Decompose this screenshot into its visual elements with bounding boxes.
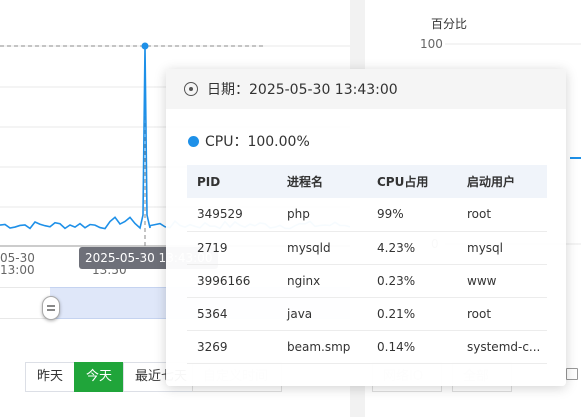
- y-tick-label: 100: [420, 37, 443, 51]
- cell-pid: 2719: [187, 231, 277, 265]
- fullscreen-icon[interactable]: [566, 368, 578, 380]
- cell-user: www: [457, 264, 547, 298]
- table-row: 2719 mysqld 4.23% mysql: [187, 231, 547, 265]
- clock-icon: [184, 82, 198, 96]
- cell-pid: 3996166: [187, 264, 277, 298]
- cell-user: systemd-c...: [457, 330, 547, 364]
- cell-user: root: [457, 198, 547, 232]
- yesterday-button[interactable]: 昨天: [25, 362, 76, 392]
- tooltip-header: 日期：2025-05-30 13:43:00: [166, 69, 566, 109]
- percent-chart-title: 百分比: [431, 17, 468, 31]
- cell-pid: 349529: [187, 198, 277, 232]
- cpu-value: CPU：100.00%: [205, 134, 310, 150]
- header-cpu-usage: CPU占用: [377, 175, 429, 189]
- today-button[interactable]: 今天: [74, 362, 125, 392]
- header-pid: PID: [197, 174, 221, 189]
- cell-pid: 3269: [187, 330, 277, 364]
- cell-cpu-usage: 4.23%: [367, 231, 457, 265]
- cell-user: mysql: [457, 231, 547, 265]
- header-process-name: 进程名: [287, 175, 324, 189]
- cell-pid: 5364: [187, 297, 277, 331]
- header-user: 启动用户: [467, 175, 516, 189]
- table-row: 3996166 nginx 0.23% www: [187, 264, 547, 298]
- cell-process-name: beam.smp: [277, 330, 367, 364]
- tooltip-date: 日期：2025-05-30 13:43:00: [207, 82, 398, 98]
- zoom-slider-handle[interactable]: [42, 296, 60, 320]
- table-row: 349529 php 99% root: [187, 198, 547, 232]
- cell-cpu-usage: 99%: [367, 198, 457, 232]
- table-row: 3269 beam.smp 0.14% systemd-c...: [187, 330, 547, 364]
- series-dot-icon: [188, 135, 199, 147]
- x-tick-label: 13:00: [0, 263, 35, 277]
- cell-cpu-usage: 0.14%: [367, 330, 457, 364]
- spike-point[interactable]: [141, 42, 149, 50]
- cell-process-name: mysqld: [277, 231, 367, 265]
- cpu-value-line: CPU：100.00%: [188, 131, 310, 151]
- cell-process-name: nginx: [277, 264, 367, 298]
- cell-cpu-usage: 0.23%: [367, 264, 457, 298]
- cell-cpu-usage: 0.21%: [367, 297, 457, 331]
- cell-user: root: [457, 297, 547, 331]
- process-table: PID 进程名 CPU占用 启动用户 349529 php 99% root 2…: [187, 165, 547, 364]
- cell-process-name: java: [277, 297, 367, 331]
- table-header-row: PID 进程名 CPU占用 启动用户: [187, 165, 547, 198]
- process-tooltip: 日期：2025-05-30 13:43:00 CPU：100.00% PID 进…: [166, 69, 566, 386]
- cell-process-name: php: [277, 198, 367, 232]
- table-row: 5364 java 0.21% root: [187, 297, 547, 331]
